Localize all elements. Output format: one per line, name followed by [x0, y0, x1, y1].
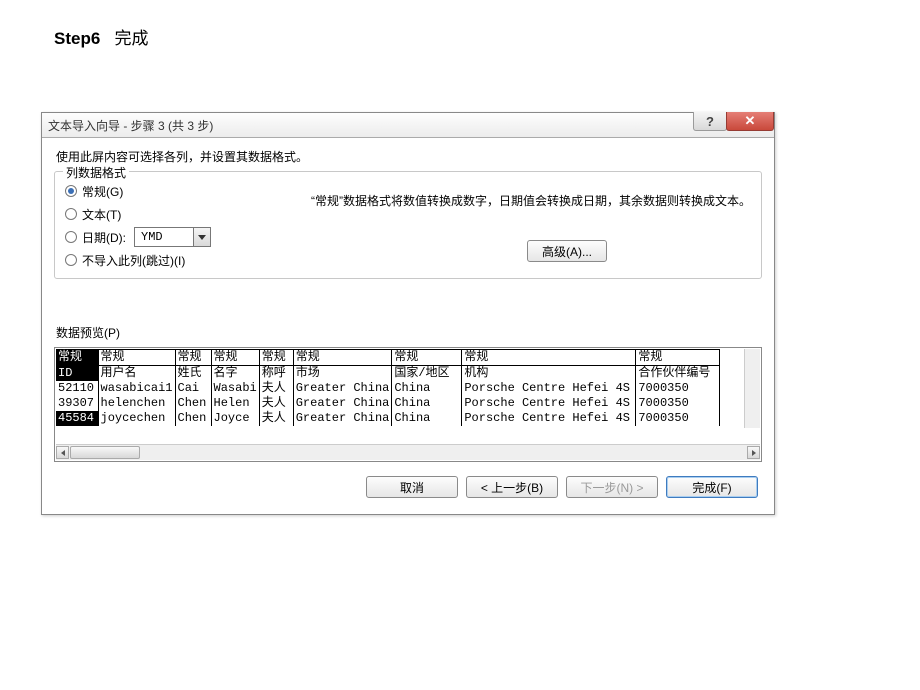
finish-button[interactable]: 完成(F) — [666, 476, 758, 498]
radio-icon — [65, 231, 77, 243]
radio-icon — [65, 208, 77, 220]
scroll-left-icon[interactable] — [56, 446, 69, 459]
step-number: Step6 — [54, 29, 100, 48]
chevron-down-icon — [193, 228, 210, 246]
horizontal-scrollbar[interactable] — [56, 444, 760, 460]
scroll-thumb[interactable] — [70, 446, 140, 459]
text-import-wizard-dialog: 文本导入向导 - 步骤 3 (共 3 步) ? ✕ 使用此屏内容可选择各列，并设… — [41, 112, 775, 515]
fieldset-legend: 列数据格式 — [63, 164, 129, 181]
date-format-value: YMD — [135, 230, 193, 244]
radio-label: 不导入此列(跳过)(I) — [82, 252, 185, 269]
back-button[interactable]: < 上一步(B) — [466, 476, 558, 498]
dialog-instruction: 使用此屏内容可选择各列，并设置其数据格式。 — [54, 144, 762, 171]
date-format-select[interactable]: YMD — [134, 227, 211, 247]
close-button[interactable]: ✕ — [726, 112, 774, 131]
scroll-right-icon[interactable] — [747, 446, 760, 459]
close-icon: ✕ — [745, 113, 756, 129]
radio-icon — [65, 185, 77, 197]
data-preview: 常规常规常规常规常规常规常规常规常规ID用户名姓氏名字称呼市场国家/地区机构合作… — [54, 347, 762, 462]
cancel-button[interactable]: 取消 — [366, 476, 458, 498]
radio-label: 日期(D): — [82, 229, 126, 246]
column-format-fieldset: 列数据格式 常规(G) 文本(T) 日期(D): YMD 不导入此列(跳过)(I… — [54, 171, 762, 279]
preview-label: 数据预览(P) — [56, 324, 760, 341]
format-explanation: “常规”数据格式将数值转换成数字，日期值会转换成日期，其余数据则转换成文本。 — [311, 192, 751, 210]
radio-label: 常规(G) — [82, 183, 123, 200]
next-button: 下一步(N) > — [566, 476, 658, 498]
dialog-title: 文本导入向导 - 步骤 3 (共 3 步) — [48, 117, 213, 134]
page-step-header: Step6 完成 — [0, 0, 920, 49]
radio-label: 文本(T) — [82, 206, 121, 223]
radio-skip[interactable]: 不导入此列(跳过)(I) — [65, 250, 751, 270]
vertical-scrollbar[interactable] — [744, 349, 760, 428]
step-title: 完成 — [114, 29, 148, 48]
dialog-button-row: 取消 < 上一步(B) 下一步(N) > 完成(F) — [54, 462, 762, 510]
help-button[interactable]: ? — [693, 112, 727, 131]
radio-icon — [65, 254, 77, 266]
preview-grid[interactable]: 常规常规常规常规常规常规常规常规常规ID用户名姓氏名字称呼市场国家/地区机构合作… — [56, 349, 720, 426]
dialog-titlebar[interactable]: 文本导入向导 - 步骤 3 (共 3 步) ? ✕ — [42, 113, 774, 138]
advanced-button[interactable]: 高级(A)... — [527, 240, 607, 262]
radio-date[interactable]: 日期(D): YMD — [65, 227, 751, 247]
dialog-body: 使用此屏内容可选择各列，并设置其数据格式。 列数据格式 常规(G) 文本(T) … — [42, 138, 774, 514]
